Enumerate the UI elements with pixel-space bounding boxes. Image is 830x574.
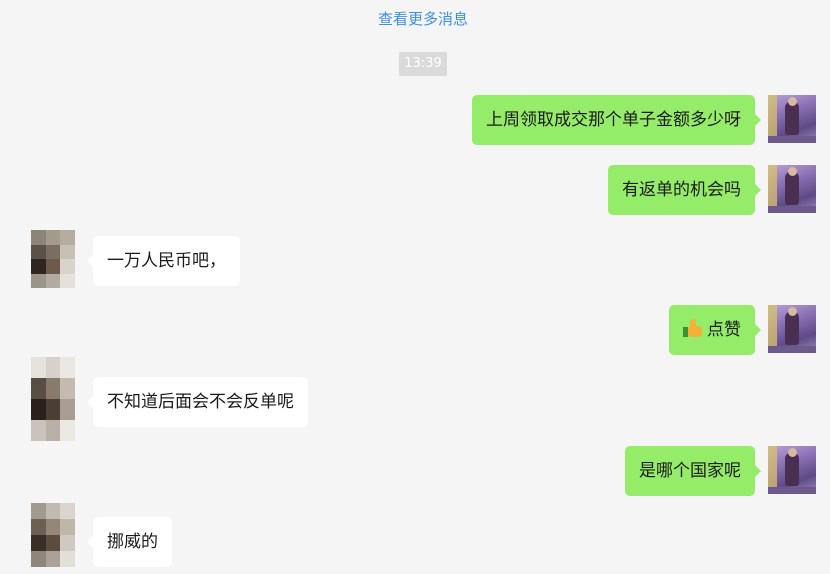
message-bubble[interactable]: 挪威的	[87, 517, 172, 567]
timestamp: 13:39	[399, 52, 447, 76]
message-row: 有返单的机会吗	[0, 165, 830, 215]
friend-avatar[interactable]	[31, 357, 75, 441]
message-row: 上周领取成交那个单子金额多少呀	[0, 95, 830, 145]
my-avatar[interactable]	[768, 305, 816, 353]
my-avatar[interactable]	[768, 95, 816, 143]
message-bubble[interactable]: 一万人民币吧，	[87, 236, 240, 286]
message-row: 不知道后面会不会反单呢	[0, 357, 830, 441]
thumbs-up-icon	[683, 318, 705, 338]
message-row: 是哪个国家呢	[0, 446, 830, 496]
message-text: 点赞	[707, 320, 741, 340]
message-bubble[interactable]: 不知道后面会不会反单呢	[87, 377, 308, 427]
load-more-link[interactable]: 查看更多消息	[0, 8, 830, 29]
message-row: 一万人民币吧，	[0, 230, 830, 288]
message-row: 点赞	[0, 305, 830, 355]
message-bubble[interactable]: 上周领取成交那个单子金额多少呀	[472, 95, 761, 145]
my-avatar[interactable]	[768, 165, 816, 213]
timestamp-row: 13:39	[0, 52, 830, 76]
message-bubble[interactable]: 点赞	[669, 305, 761, 355]
message-row: 挪威的	[0, 503, 830, 567]
my-avatar[interactable]	[768, 446, 816, 494]
message-bubble[interactable]: 是哪个国家呢	[625, 446, 761, 496]
message-bubble[interactable]: 有返单的机会吗	[608, 165, 761, 215]
friend-avatar[interactable]	[31, 230, 75, 288]
friend-avatar[interactable]	[31, 503, 75, 567]
